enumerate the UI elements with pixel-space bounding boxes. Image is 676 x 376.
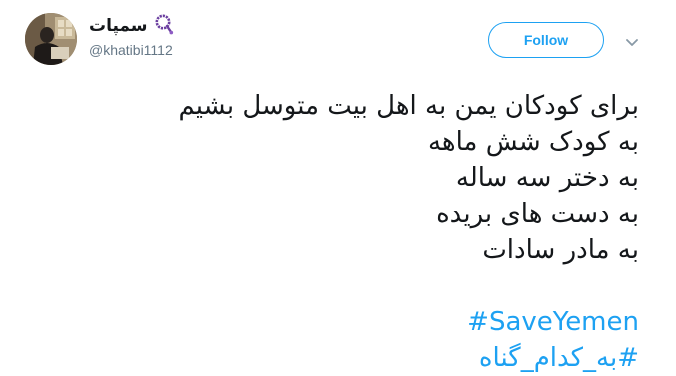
- tweet-line: به دست های بریده: [436, 199, 639, 229]
- display-name[interactable]: سمپات: [89, 16, 148, 36]
- tweet-line: برای کودکان یمن به اهل بیت متوسل بشیم: [178, 91, 639, 121]
- hashtag-line: #به_کدام_گناه: [39, 340, 639, 376]
- prayer-beads-icon: [154, 13, 174, 39]
- hashtag-line: #SaveYemen: [39, 304, 639, 340]
- tweet-card: سمپات @khatibi1112 Follow برای کودکان یم…: [0, 0, 676, 373]
- hashtag-link[interactable]: #SaveYemen: [467, 307, 639, 337]
- user-name-line: سمپات: [89, 14, 174, 38]
- tweet-line: به مادر سادات: [482, 235, 639, 265]
- chevron-down-icon[interactable]: [621, 33, 643, 51]
- tweet-text: برای کودکان یمن به اهل بیت متوسل بشیم به…: [39, 88, 639, 376]
- avatar[interactable]: [25, 13, 77, 65]
- tweet-line: به کودک شش ماهه: [427, 127, 639, 157]
- user-handle[interactable]: @khatibi1112: [89, 42, 173, 58]
- tweet-line: به دختر سه ساله: [455, 163, 639, 193]
- follow-button[interactable]: Follow: [488, 22, 604, 58]
